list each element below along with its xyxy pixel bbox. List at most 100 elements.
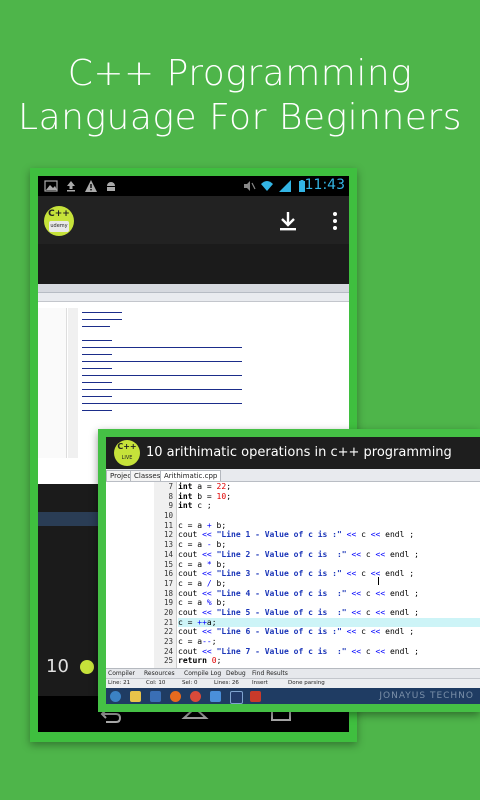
line-number: 17 (163, 578, 173, 588)
line-number: 7 (168, 482, 173, 491)
line-number: 9 (168, 501, 173, 511)
app-bar: C++ udemy (38, 196, 349, 244)
code-line (82, 340, 112, 341)
recorder-icon (250, 691, 261, 702)
upload-icon (67, 181, 75, 192)
app-logo-text: C++ (48, 209, 70, 219)
code-line: c = ++a; (178, 617, 480, 628)
code-line (82, 368, 112, 369)
code-line: c = a / b; (178, 578, 227, 588)
tab-file[interactable]: Arithimatic.cpp (160, 470, 222, 481)
line-number: 13 (163, 540, 173, 550)
video-logo-sub: LIVE (121, 455, 133, 461)
code-line (82, 347, 242, 348)
bottom-panel-tabs: Compiler Resources Compile Log Debug Fin… (106, 668, 480, 678)
headline-line-1: C++ Programming (67, 53, 413, 94)
tab-compile-log[interactable]: Compile Log (184, 670, 221, 678)
download-icon[interactable] (277, 210, 299, 232)
line-number: 12 (163, 530, 173, 540)
line-number: 10 (163, 511, 173, 521)
status-lines: Lines: 26 (214, 680, 239, 686)
overflow-menu-icon[interactable] (331, 210, 339, 232)
code-line (82, 375, 242, 376)
code-line (82, 382, 112, 383)
lesson-counter: 10 (46, 656, 69, 677)
video-preview-popup: C++ LIVE 10 arithimatic operations in c+… (98, 429, 480, 712)
line-number: 18 (163, 588, 173, 598)
code-line (82, 326, 110, 327)
code-line: int c ; (178, 501, 212, 511)
video-title: 10 arithimatic operations in c++ program… (146, 445, 452, 460)
line-number: 11 (163, 520, 173, 530)
status-mode: Insert (252, 680, 268, 686)
firefox-icon (170, 691, 181, 702)
project-panel (106, 482, 155, 668)
code-line (82, 361, 242, 362)
ide-toolbar (38, 293, 349, 302)
ide-gutter (68, 308, 78, 458)
headline-line-2: Language For Beginners (18, 97, 462, 138)
code-line: cout << "Line 3 - Value of c is :" << c … (178, 569, 415, 579)
code-editor[interactable]: int a = 22; int b = 10; int c ; c = a + b; c… (178, 482, 480, 668)
chrome-icon (190, 691, 201, 702)
code-line: c = a + b; (178, 520, 227, 530)
folder-icon (130, 691, 141, 702)
status-bar: 11:43 (38, 176, 349, 196)
status-col: Col: 10 (146, 680, 166, 686)
mute-icon (244, 181, 256, 191)
code-line: cout << "Line 6 - Value of c is :" << c … (178, 627, 415, 637)
code-line: c = a % b; (178, 598, 227, 608)
tab-resources[interactable]: Resources (144, 670, 175, 678)
status-clock: 11:43 (304, 177, 345, 193)
video-logo-text: C++ (117, 442, 137, 451)
status-sel: Sel: 0 (182, 680, 198, 686)
ide-sidebar (38, 308, 67, 458)
code-line: cout << "Line 2 - Value of c is :" << c … (178, 549, 419, 559)
wifi-icon (261, 181, 273, 191)
ie-icon (210, 691, 221, 702)
code-line (82, 389, 242, 390)
editor-status-bar: Line: 21 Col: 10 Sel: 0 Lines: 26 Insert… (106, 678, 480, 688)
code-line (82, 354, 112, 355)
code-line (82, 403, 242, 404)
app-logo[interactable]: C++ udemy (44, 206, 74, 236)
tab-compiler[interactable]: Compiler (108, 670, 135, 678)
image-icon (44, 180, 58, 192)
line-number: 15 (163, 559, 173, 569)
ide-menu-bar (38, 284, 349, 293)
line-number: 20 (163, 607, 173, 617)
code-line: c = a - b; (178, 540, 227, 550)
signal-icon (279, 180, 291, 192)
line-number: 14 (163, 549, 173, 559)
line-number: 19 (163, 598, 173, 608)
devcpp-icon (230, 691, 243, 704)
line-number: 23 (163, 637, 173, 646)
start-icon (110, 691, 121, 702)
app-logo-sub: udemy (49, 221, 69, 232)
tab-find-results[interactable]: Find Results (252, 670, 288, 678)
line-number: 21 (163, 617, 173, 627)
lesson-indicator (80, 660, 94, 674)
line-number: 8 (168, 491, 173, 501)
code-line: c = a * b; (178, 559, 227, 569)
code-line (82, 410, 112, 411)
code-line: int b = 10; (178, 491, 232, 501)
code-line: cout << "Line 1 - Value of c is :" << c … (178, 530, 415, 540)
code-line (82, 312, 122, 313)
tab-debug[interactable]: Debug (226, 670, 246, 678)
code-line: return 0; (178, 656, 222, 666)
headline: C++ Programming Language For Beginners (0, 52, 480, 140)
windows-taskbar: JONAYUS TECHNO (106, 688, 480, 704)
warning-icon (85, 180, 97, 192)
video-preview-screen: C++ LIVE 10 arithimatic operations in c+… (106, 437, 480, 704)
code-line (82, 396, 112, 397)
line-number-gutter: 7 8 9 10 11 12 13 14 15 16 17 18 19 20 2… (154, 482, 177, 668)
code-line: c = a--; (178, 637, 217, 646)
line-number: 22 (163, 627, 173, 637)
video-logo: C++ LIVE (114, 440, 140, 466)
code-line (82, 319, 122, 320)
code-line: cout << "Line 5 - Value of c is :" << c … (178, 607, 419, 617)
video-title-bar: C++ LIVE 10 arithimatic operations in c+… (106, 437, 480, 469)
android-icon (107, 182, 115, 191)
